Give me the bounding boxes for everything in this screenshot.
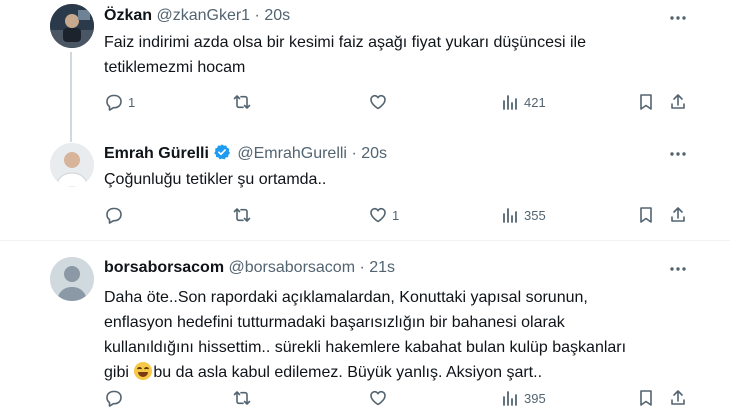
tweet-borsaborsacom[interactable]: borsaborsacom @borsaborsacom · 21s Daha … <box>0 240 730 420</box>
share-icon <box>671 94 685 109</box>
avatar[interactable] <box>50 257 94 301</box>
reply-count: 1 <box>128 94 136 110</box>
retweet-button[interactable] <box>232 386 256 410</box>
reply-button[interactable]: 1 <box>104 90 135 114</box>
tweet-ozkan[interactable]: Özkan @zkanGker1 · 20s Faiz indirimi azd… <box>0 0 730 142</box>
reply-button[interactable] <box>104 386 128 410</box>
reply-icon <box>106 94 122 111</box>
bookmark-icon <box>640 94 652 110</box>
tweet-header: Emrah Gürelli @EmrahGurelli · 20s <box>104 143 387 167</box>
separator: · <box>254 7 260 24</box>
author-handle[interactable]: @zkanGker1 <box>156 7 250 24</box>
separator: · <box>359 259 365 276</box>
author-name[interactable]: Emrah Gürelli <box>104 145 209 162</box>
tweet-text-segment: bu da asla kabul edilemez. Büyük yanlış.… <box>153 364 543 381</box>
author-handle[interactable]: @borsaborsacom <box>229 259 356 276</box>
avatar-photo <box>50 143 94 187</box>
tweet-text: Çoğunluğu tetikler şu ortamda.. <box>104 167 664 192</box>
action-bar: 1 421 <box>104 90 694 114</box>
author-handle[interactable]: @EmrahGurelli <box>237 145 347 162</box>
view-count: 355 <box>524 207 546 223</box>
more-options-icon[interactable] <box>668 144 688 164</box>
retweet-button[interactable] <box>232 203 256 227</box>
thread-connector-line <box>70 52 72 142</box>
like-button[interactable] <box>368 90 392 114</box>
tweet-text-segment: gibi <box>104 364 129 381</box>
tweet-header: Özkan @zkanGker1 · 20s <box>104 6 290 26</box>
share-button[interactable] <box>668 203 688 227</box>
bookmark-button[interactable] <box>636 90 656 114</box>
retweet-icon <box>233 391 251 405</box>
tweet-text-line: kullanıldığını hissettim.. sürekli hakem… <box>104 339 627 356</box>
reply-icon <box>106 207 122 224</box>
views-icon <box>503 208 517 223</box>
bookmark-icon <box>640 207 652 223</box>
reply-icon <box>106 390 122 407</box>
heart-icon <box>370 94 386 110</box>
action-bar: 1 355 <box>104 203 694 227</box>
views-button[interactable]: 355 <box>500 203 546 227</box>
heart-icon <box>370 390 386 406</box>
action-bar: 395 <box>104 386 694 410</box>
verified-badge-icon[interactable] <box>213 143 231 167</box>
bookmark-button[interactable] <box>636 203 656 227</box>
tweet-text-line: Çoğunluğu tetikler şu ortamda.. <box>104 171 327 188</box>
view-count: 395 <box>524 390 546 406</box>
grinning-squinting-face-emoji <box>134 362 153 380</box>
retweet-button[interactable] <box>232 90 256 114</box>
heart-icon <box>370 207 386 223</box>
tweet-text-line: tetiklemezmi hocam <box>104 59 246 76</box>
views-button[interactable]: 421 <box>500 90 546 114</box>
separator: · <box>351 145 357 162</box>
tweet-text-line: gibi bu da asla kabul edilemez. Büyük ya… <box>104 360 664 385</box>
views-icon <box>503 95 517 110</box>
avatar[interactable] <box>50 143 94 187</box>
tweet-text: Daha öte..Son rapordaki açıklamalardan, … <box>104 285 664 385</box>
tweet-header: borsaborsacom @borsaborsacom · 21s <box>104 258 395 278</box>
like-count: 1 <box>392 207 400 223</box>
retweet-icon <box>233 208 251 222</box>
reply-button[interactable] <box>104 203 128 227</box>
author-name[interactable]: borsaborsacom <box>104 259 224 276</box>
share-icon <box>671 390 685 405</box>
share-button[interactable] <box>668 386 688 410</box>
views-button[interactable]: 395 <box>500 386 546 410</box>
views-icon <box>503 391 517 406</box>
timestamp[interactable]: 21s <box>369 259 395 276</box>
avatar-photo <box>50 4 94 48</box>
tweet-text-line: Daha öte..Son rapordaki açıklamalardan, … <box>104 289 588 306</box>
avatar[interactable] <box>50 4 94 48</box>
like-button[interactable] <box>368 386 392 410</box>
default-avatar-icon <box>50 257 94 301</box>
view-count: 421 <box>524 94 546 110</box>
like-button[interactable]: 1 <box>368 203 399 227</box>
tweet-emrah-gurelli[interactable]: Emrah Gürelli @EmrahGurelli · 20s Çoğunl… <box>0 136 730 240</box>
retweet-icon <box>233 95 251 109</box>
author-name[interactable]: Özkan <box>104 7 152 24</box>
more-options-icon[interactable] <box>668 259 688 279</box>
bookmark-icon <box>640 390 652 406</box>
tweet-text-line: Faiz indirimi azda olsa bir kesimi faiz … <box>104 34 586 51</box>
bookmark-button[interactable] <box>636 386 656 410</box>
share-button[interactable] <box>668 90 688 114</box>
share-icon <box>671 207 685 222</box>
tweet-text: Faiz indirimi azda olsa bir kesimi faiz … <box>104 30 664 80</box>
timestamp[interactable]: 20s <box>361 145 387 162</box>
more-options-icon[interactable] <box>668 8 688 28</box>
tweet-text-line: enflasyon hedefini tutturmadaki başarısı… <box>104 314 565 331</box>
timestamp[interactable]: 20s <box>264 7 290 24</box>
